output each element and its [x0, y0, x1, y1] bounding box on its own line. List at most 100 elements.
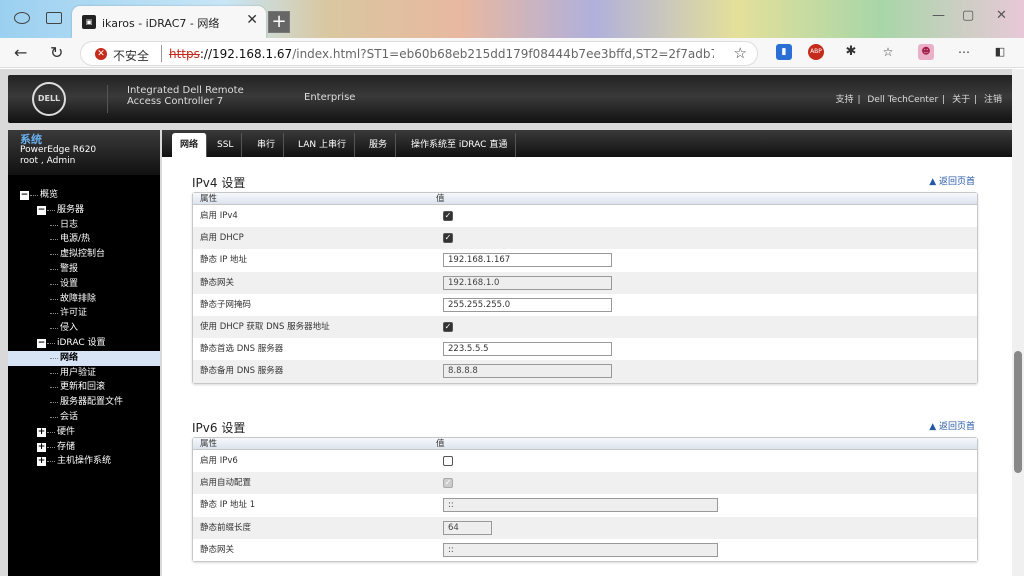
profile-icon[interactable]: ☻: [918, 44, 934, 60]
reload-icon[interactable]: ↻: [50, 43, 63, 62]
tree-item-label: 用户验证: [60, 367, 97, 378]
favicon-icon: ▣: [82, 15, 96, 29]
new-tab-button[interactable]: +: [268, 11, 290, 33]
about-link[interactable]: 关于: [952, 95, 970, 105]
back-icon[interactable]: ←: [14, 43, 27, 62]
system-header[interactable]: 系统 PowerEdge R620 root , Admin: [8, 130, 160, 175]
tree-item-label: 电源/热: [60, 234, 91, 245]
ipv4-section: IPv4 设置 ▲ 返回页首 属性 值启用 IPv4 ✓ 启用 DHCP ✓ 静态 IP …: [192, 174, 978, 384]
logout-link[interactable]: 注销: [984, 95, 1002, 105]
tree-connector: [47, 461, 55, 463]
tree-item[interactable]: − iDRAC 设置: [8, 336, 160, 351]
favorite-star-icon[interactable]: ☆: [734, 44, 747, 62]
tree-item[interactable]: + 存储: [8, 440, 160, 455]
tree-item[interactable]: 用户验证: [8, 366, 160, 381]
expand-icon[interactable]: +: [37, 427, 46, 437]
minimize-icon[interactable]: —: [932, 8, 945, 23]
tree-item[interactable]: 警报: [8, 262, 160, 277]
row-label: 启用 IPv4: [200, 211, 238, 221]
tree-item[interactable]: 故障排除: [8, 292, 160, 307]
tree-item-label: 服务器配置文件: [60, 397, 124, 408]
tree-item[interactable]: + 硬件: [8, 425, 160, 440]
tree-item[interactable]: 虚拟控制台: [8, 247, 160, 262]
column-header-value: 值: [436, 439, 445, 449]
workspaces-icon[interactable]: [14, 12, 30, 24]
tree-item[interactable]: 设置: [8, 277, 160, 292]
checkbox[interactable]: ✓: [443, 211, 453, 221]
tab-2[interactable]: 串行: [249, 133, 285, 157]
tree-item[interactable]: 会话: [8, 410, 160, 425]
text-field: 192.168.1.0: [443, 275, 612, 290]
main-content: 网络 SSL 串行 LAN 上串行 服务 操作系统至 iDRAC 直通 IPv4 设置 ▲…: [162, 130, 1018, 576]
checkbox[interactable]: ✓: [443, 233, 453, 244]
row-label: 启用自动配置: [200, 478, 252, 489]
tab-5[interactable]: 操作系统至 iDRAC 直通: [403, 133, 517, 157]
collapse-icon[interactable]: −: [37, 338, 46, 348]
text-field[interactable]: 255.255.255.0: [443, 297, 612, 312]
tree-item[interactable]: 电源/热: [8, 232, 160, 247]
ipv6-section: IPv6 设置 ▲ 返回页首 属性 值启用 IPv6 启用自动配置 ✓ 静态 IP 地址…: [192, 419, 978, 562]
tree-connector: [50, 328, 58, 330]
url-box[interactable]: ✕ 不安全 https://192.168.1.67/index.html?ST…: [80, 41, 758, 66]
tree-connector: [30, 195, 38, 196]
favorites-icon[interactable]: ☆: [880, 44, 896, 60]
collapse-icon[interactable]: −: [20, 191, 29, 200]
support-link[interactable]: 支持: [835, 95, 853, 105]
extension-icon[interactable]: ▮: [776, 44, 792, 60]
expand-icon[interactable]: +: [37, 442, 46, 452]
techcenter-link[interactable]: Dell TechCenter: [867, 95, 938, 105]
tab-3[interactable]: LAN 上串行: [290, 133, 355, 157]
browser-tab[interactable]: ▣ ikaros - iDRAC7 - 网络 ✕: [72, 6, 266, 38]
sidebar-toggle-icon[interactable]: ◧: [992, 44, 1008, 60]
maximize-icon[interactable]: ▢: [962, 8, 974, 23]
tree-item[interactable]: 侵入: [8, 321, 160, 336]
text-field[interactable]: 223.5.5.5: [443, 342, 612, 357]
tree-connector: [50, 224, 58, 226]
row-label: 静态 IP 地址: [200, 255, 248, 266]
dell-logo: DELL: [32, 82, 66, 116]
tab-4[interactable]: 服务: [361, 133, 397, 157]
row-label: 静态网关: [200, 544, 235, 555]
close-tab-icon[interactable]: ✕: [246, 12, 258, 28]
tree-item[interactable]: 网络: [8, 350, 160, 366]
tab-1[interactable]: SSL: [209, 133, 243, 157]
close-window-icon[interactable]: ✕: [996, 8, 1007, 23]
tree-item[interactable]: 服务器配置文件: [8, 395, 160, 410]
tab-0[interactable]: 网络: [172, 133, 208, 157]
tab-actions-icon[interactable]: [46, 12, 62, 24]
table-row: 启用自动配置 ✓: [193, 472, 977, 495]
more-icon[interactable]: ⋯: [956, 44, 972, 60]
top-links: 支持 | Dell TechCenter | 关于 | 注销: [835, 95, 1002, 105]
insecure-label[interactable]: 不安全: [113, 47, 149, 64]
tree-item-label: 故障排除: [60, 293, 97, 304]
scrollbar-thumb[interactable]: [1014, 351, 1022, 473]
tree-item-label: 许可证: [60, 308, 88, 319]
row-label: 静态备用 DNS 服务器: [200, 366, 284, 377]
tree-item[interactable]: − 服务器: [8, 203, 160, 218]
tree-item[interactable]: 更新和回滚: [8, 380, 160, 395]
expand-icon[interactable]: +: [37, 457, 46, 467]
collapse-icon[interactable]: −: [37, 205, 46, 215]
tab-title: ikaros - iDRAC7 - 网络: [102, 17, 220, 30]
tree-item[interactable]: + 主机操作系统: [8, 454, 160, 469]
back-to-top-link[interactable]: ▲ 返回页首: [929, 419, 975, 432]
system-title[interactable]: 系统: [20, 134, 148, 145]
table-header: 属性 值: [193, 193, 977, 205]
tree-item[interactable]: 日志: [8, 218, 160, 233]
tree-connector: [50, 239, 58, 241]
tree-connector: [47, 431, 55, 433]
back-to-top-link[interactable]: ▲ 返回页首: [929, 174, 975, 187]
table-row: 启用 IPv4 ✓: [193, 205, 977, 228]
page-scrollbar[interactable]: [1012, 69, 1024, 576]
checkbox[interactable]: [443, 456, 453, 466]
extensions-puzzle-icon[interactable]: ✱: [843, 44, 859, 60]
row-label: 静态子网掩码: [200, 299, 252, 310]
url-text[interactable]: https://192.168.1.67/index.html?ST1=eb60…: [169, 47, 714, 61]
tree-item[interactable]: 许可证: [8, 306, 160, 321]
tree-item[interactable]: − 概览: [8, 188, 160, 203]
checkbox[interactable]: ✓: [443, 321, 453, 332]
checkbox: ✓: [443, 478, 453, 489]
adblock-icon[interactable]: ABP: [808, 44, 824, 60]
text-field[interactable]: 192.168.1.167: [443, 253, 612, 268]
tree-connector: [50, 416, 58, 418]
